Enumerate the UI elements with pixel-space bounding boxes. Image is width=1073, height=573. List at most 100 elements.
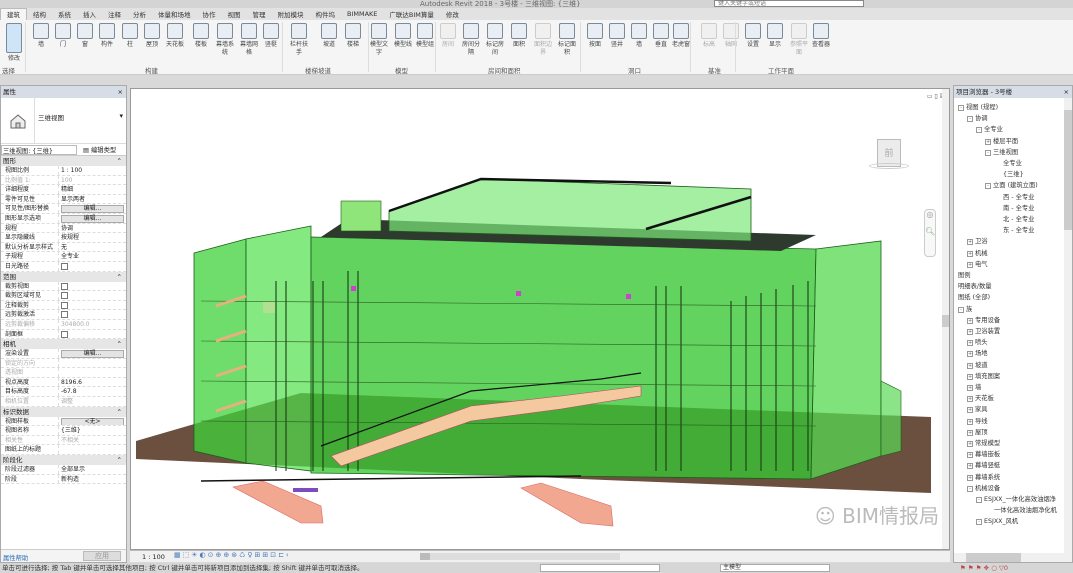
property-value[interactable]: 编辑... [59, 349, 126, 358]
ribbon-button-8[interactable]: 楼板 [190, 23, 212, 49]
ribbon-button-27[interactable]: 垂直 [650, 23, 672, 49]
horizontal-scrollbar[interactable] [420, 553, 620, 560]
property-value[interactable]: 100 [59, 176, 126, 185]
expand-icon[interactable]: + [967, 351, 973, 358]
browser-node[interactable]: {三维} [1003, 169, 1024, 178]
3d-viewport[interactable]: 前 ◎ 🔍︎ ▭ ▯ ☒ ☺ BIM情报局 [130, 88, 950, 550]
collapse-icon[interactable]: ⌃ [117, 455, 122, 465]
ribbon-button-3[interactable]: 窗 [74, 23, 96, 49]
ribbon-button-31[interactable]: 设置 [742, 23, 764, 49]
ribbon-button-32[interactable]: 显示 [764, 23, 786, 49]
browser-node[interactable]: 东 - 全专业 [1003, 225, 1034, 234]
browser-node[interactable]: + 坡道 [967, 360, 988, 369]
expand-icon[interactable]: + [967, 396, 973, 403]
browser-node[interactable]: + 屋顶 [967, 427, 988, 436]
browser-node[interactable]: + 常规模型 [967, 438, 1000, 447]
edit-type-button[interactable]: ▤ 编辑类型 [83, 145, 116, 154]
panel-label-4[interactable]: 房间和面积 [488, 65, 521, 75]
tab-13[interactable]: 广联达BIM算量 [383, 9, 439, 19]
browser-node[interactable]: 南 - 全专业 [1003, 203, 1034, 212]
property-group-header[interactable]: 阶段化 ⌃ [1, 455, 126, 466]
ribbon-button-4[interactable]: 构件 [96, 23, 118, 49]
panel-label-5[interactable]: 洞口 [628, 65, 641, 75]
tab-0[interactable]: 建筑 [0, 8, 27, 20]
browser-node[interactable]: + 喷头 [967, 337, 988, 347]
collapse-icon[interactable]: - [976, 497, 982, 503]
ribbon-button-1[interactable]: 墙 [30, 23, 52, 49]
tab-6[interactable]: 体量和场地 [152, 9, 197, 19]
property-value[interactable]: 新构造 [59, 475, 126, 484]
browser-vertical-scrollbar[interactable] [1064, 98, 1072, 553]
browser-node[interactable]: 明细表/数量 [958, 281, 992, 290]
ribbon-button-20[interactable]: 标记房间 [484, 23, 506, 57]
browser-node[interactable]: 图纸 (全部) [958, 292, 990, 301]
ribbon-button-16[interactable]: 模型线 [392, 23, 414, 49]
ribbon-button-14[interactable]: 楼梯 [342, 23, 364, 49]
ribbon-button-25[interactable]: 竖井 [606, 23, 628, 49]
expand-icon[interactable]: + [967, 452, 973, 459]
ribbon-button-19[interactable]: 房间分隔 [460, 23, 482, 57]
tab-4[interactable]: 注释 [102, 9, 127, 19]
collapse-icon[interactable]: - [976, 127, 982, 134]
expand-icon[interactable]: + [967, 317, 973, 324]
property-value[interactable]: 编辑... [59, 214, 126, 223]
property-checkbox[interactable] [61, 282, 68, 290]
panel-label-7[interactable]: 工作平面 [768, 65, 794, 75]
browser-node[interactable]: - 三维视图 [985, 147, 1018, 156]
browser-node[interactable]: + 机械 [967, 248, 988, 257]
tab-2[interactable]: 系统 [52, 9, 77, 19]
ribbon-button-17[interactable]: 模型组 [414, 23, 436, 49]
expand-icon[interactable]: + [967, 474, 973, 481]
ribbon-button-13[interactable]: 坡道 [318, 23, 340, 49]
ribbon-button-34[interactable]: 查看器 [810, 23, 832, 49]
search-input[interactable]: 键入关键字或短语 [714, 0, 864, 7]
tab-12[interactable]: BIMMAKE [341, 10, 383, 18]
ribbon-button-12[interactable]: 栏杆扶手 [288, 23, 310, 57]
view-cube[interactable]: 前 [869, 139, 909, 179]
property-value[interactable]: 全专业 [59, 252, 126, 261]
property-value[interactable] [59, 301, 126, 310]
browser-node[interactable]: 一体化高效油烟净化机 [994, 505, 1057, 514]
ribbon-button-2[interactable]: 门 [52, 23, 74, 49]
panel-label-3[interactable]: 模型 [395, 65, 408, 75]
browser-node[interactable]: + 天花板 [967, 393, 994, 403]
ribbon-button-28[interactable]: 老虎窗 [670, 23, 692, 49]
property-checkbox[interactable] [61, 262, 68, 270]
browser-node[interactable]: -族 [958, 304, 972, 313]
property-group-header[interactable]: 标识数据 ⌃ [1, 406, 126, 417]
browser-node[interactable]: - ESJXX_风机 [976, 516, 1018, 526]
ribbon-button-22[interactable]: 面积边界 [532, 23, 554, 57]
ribbon-button-33[interactable]: 参照平面 [788, 23, 810, 57]
close-icon[interactable]: × [118, 86, 123, 98]
browser-node[interactable]: + 专用设备 [967, 315, 1000, 324]
tab-7[interactable]: 协作 [197, 9, 222, 19]
workset-selector[interactable]: 主模型 [720, 564, 830, 572]
property-checkbox[interactable] [61, 311, 68, 319]
tab-10[interactable]: 附加模块 [272, 9, 310, 19]
ribbon-button-24[interactable]: 按面 [584, 23, 606, 49]
selection-filter-icons[interactable]: ⚑ ⚑ ⚑ ✥ ○ ▽0 [960, 563, 1008, 573]
ribbon-button-15[interactable]: 模型文字 [368, 23, 390, 57]
ribbon-button-29[interactable]: 标高 [698, 23, 720, 49]
ribbon-button-10[interactable]: 幕墙网格 [238, 23, 260, 57]
apply-button[interactable]: 应用 [83, 551, 121, 561]
ribbon-button-21[interactable]: 面积 [508, 23, 530, 49]
browser-node[interactable]: + 墙 [967, 382, 981, 391]
browser-node[interactable]: - 全专业 [976, 124, 1003, 134]
property-group-header[interactable]: 范围 ⌃ [1, 271, 126, 282]
property-edit-button[interactable]: <无> [61, 417, 124, 426]
view-scale[interactable]: 1 : 100 [142, 553, 165, 561]
expand-icon[interactable]: + [967, 385, 973, 391]
property-edit-button[interactable]: 编辑... [61, 350, 124, 358]
browser-node[interactable]: + 导线 [967, 416, 988, 425]
browser-node[interactable]: - 视图 (规程) [958, 102, 998, 111]
tab-14[interactable]: 修改 [440, 9, 465, 19]
tab-8[interactable]: 视图 [222, 9, 247, 19]
expand-icon[interactable]: + [967, 373, 973, 380]
property-value[interactable]: 304800.0 [59, 320, 126, 329]
properties-help-link[interactable]: 属性帮助 [3, 553, 28, 562]
panel-label-0[interactable]: 选择 [2, 65, 15, 75]
browser-node[interactable]: + 幕墙嵌板 [967, 449, 1000, 459]
browser-node[interactable]: - 机械设备 [967, 483, 1000, 492]
browser-node[interactable]: + 卫浴装置 [967, 326, 1000, 335]
